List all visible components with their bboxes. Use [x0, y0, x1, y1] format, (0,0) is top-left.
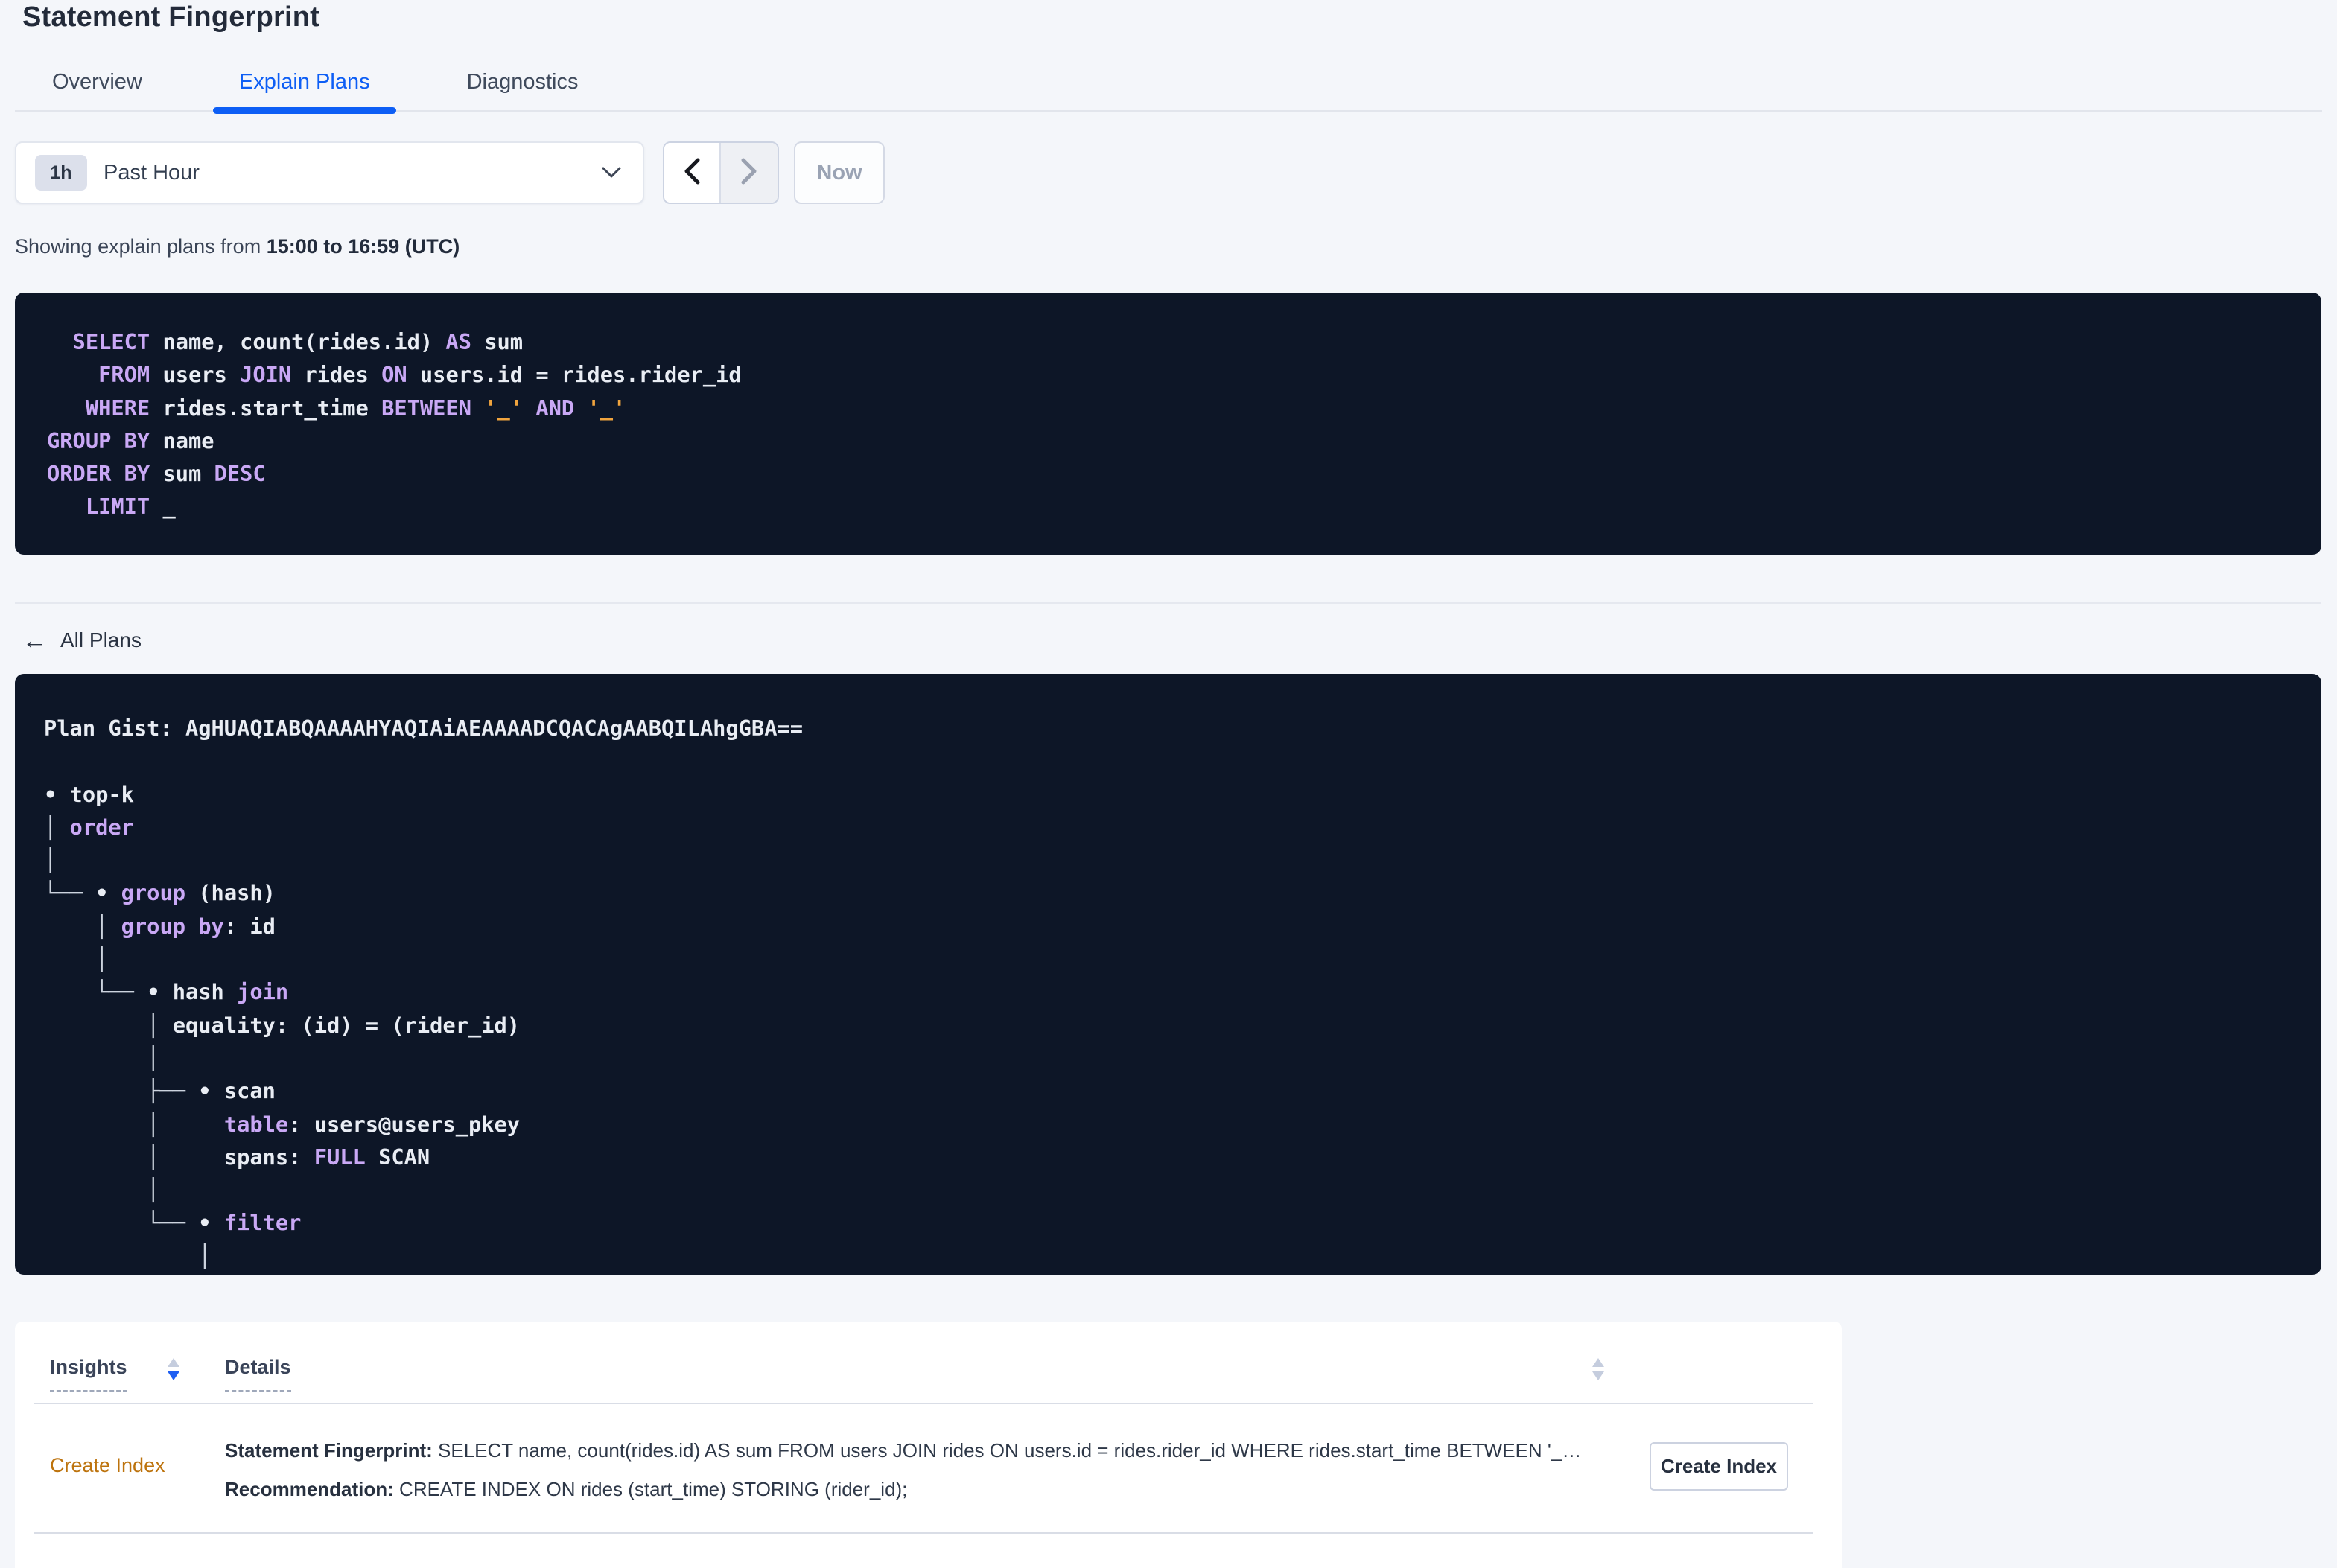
create-index-button[interactable]: Create Index: [1650, 1442, 1788, 1491]
page-title: Statement Fingerprint: [22, 1, 320, 33]
time-nav-group: [663, 141, 779, 204]
time-range-badge: 1h: [35, 155, 87, 191]
table-header-border: [34, 1403, 1813, 1404]
chevron-right-icon: [740, 158, 759, 188]
caption-prefix: Showing explain plans from: [15, 235, 267, 258]
sort-icon[interactable]: [1592, 1358, 1604, 1380]
all-plans-label: All Plans: [60, 628, 142, 651]
tab-diagnostics[interactable]: Diagnostics: [441, 54, 605, 110]
insights-header-label: Insights: [50, 1356, 127, 1392]
caret-up-icon: [168, 1358, 179, 1367]
chevron-left-icon: [682, 158, 702, 188]
section-divider: [15, 602, 2321, 604]
recommendation-line: Recommendation: CREATE INDEX ON rides (s…: [225, 1470, 1581, 1508]
insight-type-link[interactable]: Create Index: [50, 1454, 165, 1477]
tab-explain-plans[interactable]: Explain Plans: [212, 54, 396, 114]
time-range-caption: Showing explain plans from 15:00 to 16:5…: [15, 235, 460, 258]
all-plans-back-link[interactable]: ← All Plans: [22, 628, 142, 652]
plan-gist-block: Plan Gist: AgHUAQIABQAAAAHYAQIAiAEAAAADC…: [15, 674, 2321, 1275]
fingerprint-label: Statement Fingerprint:: [225, 1439, 433, 1462]
recommendation-label: Recommendation:: [225, 1478, 394, 1500]
column-header-details[interactable]: Details: [225, 1356, 291, 1392]
tab-bar: Overview Explain Plans Diagnostics: [15, 54, 2322, 114]
time-range-label: Past Hour: [104, 160, 200, 185]
sort-icon[interactable]: [168, 1358, 179, 1380]
insights-card: Insights Details Create Index Statement …: [15, 1322, 1842, 1568]
caret-up-icon: [1592, 1358, 1604, 1367]
next-interval-button[interactable]: [721, 143, 778, 203]
caption-range: 15:00 to 16:59 (UTC): [266, 235, 460, 258]
now-button[interactable]: Now: [794, 141, 885, 204]
arrow-left-icon: ←: [22, 626, 47, 654]
fingerprint-text: SELECT name, count(rides.id) AS sum FROM…: [432, 1439, 1582, 1462]
recommendation-text: CREATE INDEX ON rides (start_time) STORI…: [393, 1478, 908, 1500]
previous-interval-button[interactable]: [664, 143, 721, 203]
chevron-down-icon: [601, 166, 622, 179]
details-header-label: Details: [225, 1356, 291, 1392]
caret-down-icon: [1592, 1371, 1604, 1380]
statement-fingerprint-line: Statement Fingerprint: SELECT name, coun…: [225, 1431, 1581, 1470]
column-header-insights[interactable]: Insights: [50, 1356, 127, 1392]
time-range-select[interactable]: 1h Past Hour: [15, 141, 644, 204]
table-row-border: [34, 1532, 1813, 1534]
tab-overview[interactable]: Overview: [26, 54, 168, 110]
caret-down-icon: [168, 1371, 179, 1380]
insight-details-cell: Statement Fingerprint: SELECT name, coun…: [225, 1431, 1581, 1508]
sql-statement-block: SELECT name, count(rides.id) AS sum FROM…: [15, 293, 2321, 555]
